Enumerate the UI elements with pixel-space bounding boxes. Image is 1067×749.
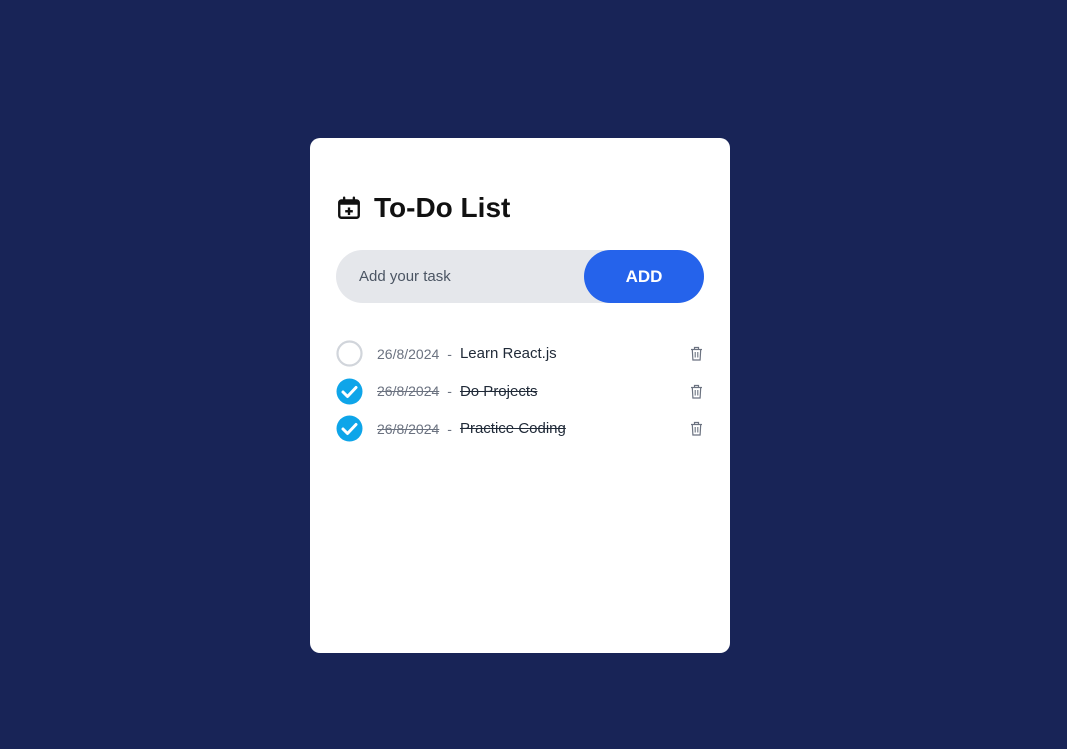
task-text[interactable]: Practice Coding bbox=[460, 420, 566, 437]
page-title: To-Do List bbox=[374, 192, 511, 223]
trash-icon[interactable] bbox=[688, 421, 704, 437]
task-list: 26/8/2024 - Learn React.js 26/8/2024 - D… bbox=[336, 340, 704, 442]
list-item: 26/8/2024 - Do Projects bbox=[336, 378, 704, 405]
task-date: 26/8/2024 bbox=[377, 383, 440, 399]
trash-icon[interactable] bbox=[688, 346, 704, 362]
add-button[interactable]: ADD bbox=[584, 250, 704, 303]
task-input-row: ADD bbox=[336, 249, 704, 304]
todo-card: To-Do List ADD 26/8/2024 - Learn React.j… bbox=[310, 138, 730, 653]
task-text[interactable]: Learn React.js bbox=[460, 345, 557, 362]
check-circle-icon[interactable] bbox=[336, 415, 363, 442]
list-item: 26/8/2024 - Practice Coding bbox=[336, 415, 704, 442]
task-date: 26/8/2024 bbox=[377, 345, 440, 362]
calendar-plus-icon bbox=[336, 195, 362, 221]
task-text[interactable]: Do Projects bbox=[460, 383, 538, 400]
list-item: 26/8/2024 - Learn React.js bbox=[336, 340, 704, 367]
check-circle-icon[interactable] bbox=[336, 378, 363, 405]
trash-icon[interactable] bbox=[688, 383, 704, 399]
task-input[interactable] bbox=[336, 249, 584, 304]
task-date: 26/8/2024 bbox=[377, 420, 440, 437]
separator: - bbox=[447, 345, 452, 362]
header: To-Do List bbox=[336, 192, 704, 223]
unchecked-circle-icon[interactable] bbox=[336, 340, 363, 367]
separator: - bbox=[447, 420, 452, 437]
separator: - bbox=[447, 383, 452, 399]
